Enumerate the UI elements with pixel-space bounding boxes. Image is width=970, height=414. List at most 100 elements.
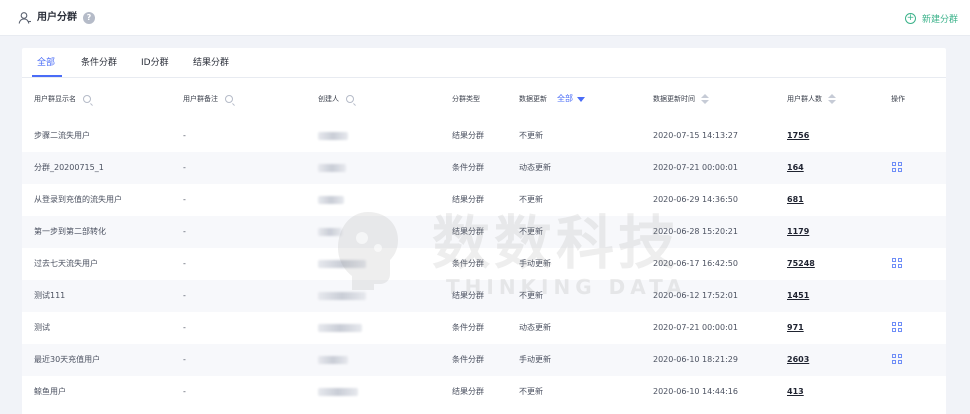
help-icon[interactable]: ? xyxy=(83,12,95,24)
segment-type: 条件分群 xyxy=(452,355,484,364)
column-type: 分群类型 xyxy=(452,93,480,105)
segment-remark: - xyxy=(183,387,186,396)
segment-name[interactable]: 鲸鱼用户 xyxy=(34,386,66,398)
table-row[interactable]: 从登录到充值的流失用户 - 结果分群 不更新 2020-06-29 14:36:… xyxy=(22,184,946,216)
column-update-time-label: 数据更新时间 xyxy=(653,95,695,103)
column-action: 操作 xyxy=(891,93,905,105)
table-row[interactable]: 最近30天充值用户 - 条件分群 手动更新 2020-06-10 18:21:2… xyxy=(22,344,946,376)
creator-redacted xyxy=(318,164,346,172)
segment-update-mode: 动态更新 xyxy=(519,163,551,172)
segment-name[interactable]: 第一步到第二部转化 xyxy=(34,226,106,238)
segment-type: 结果分群 xyxy=(452,195,484,204)
grid-icon[interactable] xyxy=(892,354,902,364)
column-action-label: 操作 xyxy=(891,95,905,103)
creator-redacted xyxy=(318,324,362,332)
segment-update-time: 2020-06-10 18:21:29 xyxy=(653,355,738,364)
segment-remark: - xyxy=(183,163,186,172)
segment-user-count[interactable]: 1179 xyxy=(787,226,809,238)
creator-redacted xyxy=(318,356,348,364)
table-row[interactable]: 测试 - 条件分群 动态更新 2020-07-21 00:00:01 971 xyxy=(22,312,946,344)
segment-name[interactable]: 分群_20200715_1 xyxy=(34,162,104,174)
segment-remark: - xyxy=(183,195,186,204)
segment-update-mode: 不更新 xyxy=(519,131,543,140)
tab-id-segment[interactable]: ID分群 xyxy=(141,57,169,69)
search-icon[interactable] xyxy=(83,95,91,103)
tab-condition-segment[interactable]: 条件分群 xyxy=(81,57,117,69)
segment-type: 结果分群 xyxy=(452,227,484,236)
tab-all[interactable]: 全部 xyxy=(37,57,55,69)
new-segment-button[interactable]: + 新建分群 xyxy=(904,10,958,26)
column-remark: 用户群备注 xyxy=(183,93,233,105)
segment-user-count[interactable]: 1451 xyxy=(787,290,809,302)
segment-name[interactable]: 从登录到充值的流失用户 xyxy=(34,194,122,206)
creator-redacted xyxy=(318,388,358,396)
table-row[interactable]: 分群_20200715_1 - 条件分群 动态更新 2020-07-21 00:… xyxy=(22,152,946,184)
column-type-label: 分群类型 xyxy=(452,95,480,103)
creator-redacted xyxy=(318,132,348,140)
table-row[interactable]: 鲸鱼用户 - 结果分群 不更新 2020-06-10 14:44:16 413 xyxy=(22,376,946,408)
segment-name[interactable]: 测试 xyxy=(34,322,50,334)
segment-type: 条件分群 xyxy=(452,163,484,172)
segment-update-mode: 不更新 xyxy=(519,291,543,300)
table-row[interactable]: 测试111 - 结果分群 不更新 2020-06-12 17:52:01 145… xyxy=(22,280,946,312)
sort-icon[interactable] xyxy=(828,94,836,104)
segment-name[interactable]: 步骤二流失用户 xyxy=(34,130,90,142)
segment-update-time: 2020-06-28 15:20:21 xyxy=(653,227,738,236)
grid-icon[interactable] xyxy=(892,258,902,268)
segment-update-time: 2020-07-21 00:00:01 xyxy=(653,163,738,172)
segment-update-mode: 手动更新 xyxy=(519,259,551,268)
caret-down-icon[interactable] xyxy=(577,96,585,102)
segment-update-mode: 动态更新 xyxy=(519,323,551,332)
table-row[interactable]: 步骤二流失用户 - 结果分群 不更新 2020-07-15 14:13:27 1… xyxy=(22,120,946,152)
segment-remark: - xyxy=(183,131,186,140)
table-header: 用户群显示名 用户群备注 创建人 分群类型 数据更新 全部 数据更新时间 用户群… xyxy=(22,79,946,119)
sort-icon[interactable] xyxy=(701,94,709,104)
segment-update-time: 2020-07-21 00:00:01 xyxy=(653,323,738,332)
segment-type: 结果分群 xyxy=(452,291,484,300)
segment-update-time: 2020-06-29 14:36:50 xyxy=(653,195,738,204)
segment-type: 结果分群 xyxy=(452,131,484,140)
table-row[interactable]: 过去七天流失用户 - 条件分群 手动更新 2020-06-17 16:42:50… xyxy=(22,248,946,280)
segment-update-time: 2020-06-12 17:52:01 xyxy=(653,291,738,300)
segment-type: 结果分群 xyxy=(452,387,484,396)
segment-user-count[interactable]: 413 xyxy=(787,386,804,398)
segment-user-count[interactable]: 75248 xyxy=(787,258,815,270)
column-remark-label: 用户群备注 xyxy=(183,95,218,103)
column-name: 用户群显示名 xyxy=(34,93,91,105)
grid-icon[interactable] xyxy=(892,162,902,172)
column-update-label: 数据更新 xyxy=(519,95,547,103)
segment-update-mode: 手动更新 xyxy=(519,355,551,364)
segment-type: 条件分群 xyxy=(452,323,484,332)
segment-user-count[interactable]: 1756 xyxy=(787,130,809,142)
segment-user-count[interactable]: 681 xyxy=(787,194,804,206)
top-bar: 用户分群 ? + 新建分群 xyxy=(0,0,970,36)
segment-name[interactable]: 过去七天流失用户 xyxy=(34,258,98,270)
segment-user-count[interactable]: 2603 xyxy=(787,354,809,366)
search-icon[interactable] xyxy=(346,95,354,103)
column-update: 数据更新 全部 xyxy=(519,93,585,105)
tab-result-segment[interactable]: 结果分群 xyxy=(193,57,229,69)
segment-update-mode: 不更新 xyxy=(519,387,543,396)
plus-circle-icon: + xyxy=(904,12,916,24)
column-count: 用户群人数 xyxy=(787,93,836,105)
column-creator-label: 创建人 xyxy=(318,95,339,103)
creator-redacted xyxy=(318,292,366,300)
table-row[interactable]: 第一步到第二部转化 - 结果分群 不更新 2020-06-28 15:20:21… xyxy=(22,216,946,248)
search-icon[interactable] xyxy=(225,95,233,103)
segment-name[interactable]: 测试111 xyxy=(34,290,65,302)
segment-remark: - xyxy=(183,291,186,300)
segment-user-count[interactable]: 164 xyxy=(787,162,804,174)
update-filter-value[interactable]: 全部 xyxy=(557,93,573,105)
grid-icon[interactable] xyxy=(892,322,902,332)
creator-redacted xyxy=(318,196,344,204)
column-creator: 创建人 xyxy=(318,93,354,105)
segment-update-mode: 不更新 xyxy=(519,195,543,204)
segment-name[interactable]: 最近30天充值用户 xyxy=(34,354,100,366)
column-update-time: 数据更新时间 xyxy=(653,93,709,105)
segment-type: 条件分群 xyxy=(452,259,484,268)
page-title: 用户分群 xyxy=(37,12,77,23)
column-count-label: 用户群人数 xyxy=(787,95,822,103)
segment-user-count[interactable]: 971 xyxy=(787,322,804,334)
user-group-icon xyxy=(18,12,31,24)
new-segment-label: 新建分群 xyxy=(921,14,958,25)
